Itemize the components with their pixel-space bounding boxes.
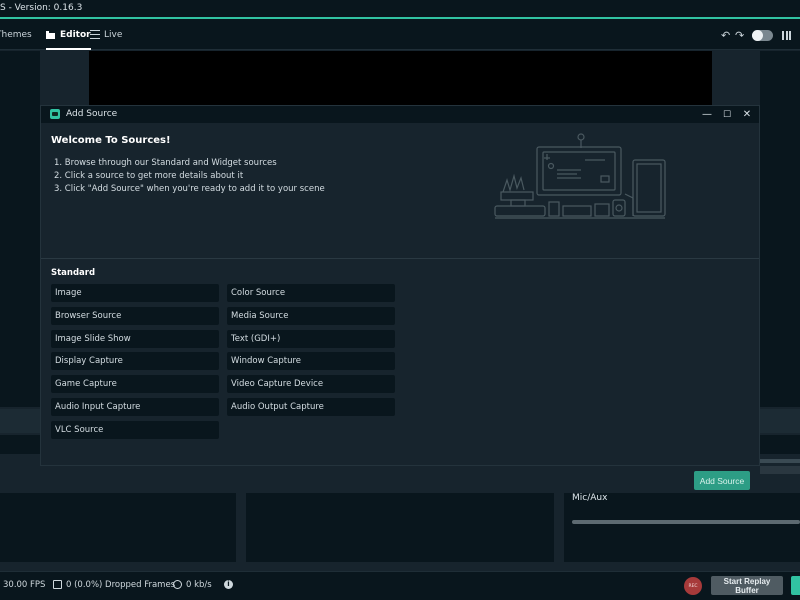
source-image[interactable]: Image xyxy=(51,284,219,302)
replay-buffer-button[interactable]: Start Replay Buffer xyxy=(711,576,783,595)
source-display-capture[interactable]: Display Capture xyxy=(51,352,219,370)
scenes-panel xyxy=(0,493,236,562)
fps-readout: 30.00 FPS xyxy=(3,580,46,590)
editor-right-panel xyxy=(760,51,800,407)
source-browser[interactable]: Browser Source xyxy=(51,307,219,325)
source-window-capture[interactable]: Window Capture xyxy=(227,352,395,370)
editor-left-panel xyxy=(0,51,40,407)
studio-mode-icon[interactable] xyxy=(782,31,791,40)
section-divider xyxy=(41,258,759,259)
nav-themes[interactable]: Themes xyxy=(0,19,32,50)
nav-live[interactable]: Live xyxy=(90,19,122,50)
nav-editor[interactable]: Editor xyxy=(46,19,91,50)
window-title: S - Version: 0.16.3 xyxy=(0,3,83,13)
welcome-steps: 1. Browse through our Standard and Widge… xyxy=(54,157,325,196)
mixer-label: Mic/Aux xyxy=(572,493,608,503)
dialog-titlebar: Add Source — ☐ ✕ xyxy=(41,106,759,123)
top-nav: Themes Editor Live xyxy=(0,19,800,50)
source-color[interactable]: Color Source xyxy=(227,284,395,302)
source-video-capture[interactable]: Video Capture Device xyxy=(227,375,395,393)
live-icon xyxy=(90,30,100,39)
standard-heading: Standard xyxy=(51,268,96,278)
close-icon[interactable]: ✕ xyxy=(738,106,756,123)
bitrate-readout: 0 kb/s xyxy=(186,580,212,590)
scene-preview xyxy=(89,51,712,106)
welcome-title: Welcome To Sources! xyxy=(51,135,171,146)
source-audio-output[interactable]: Audio Output Capture xyxy=(227,398,395,416)
add-source-dialog: Add Source — ☐ ✕ Welcome To Sources! 1. … xyxy=(40,105,760,466)
source-game-capture[interactable]: Game Capture xyxy=(51,375,219,393)
source-text-gdi[interactable]: Text (GDI+) xyxy=(227,330,395,348)
nav-editor-label: Editor xyxy=(60,29,91,40)
welcome-step: 1. Browse through our Standard and Widge… xyxy=(54,158,277,168)
mixer-meter-track xyxy=(760,466,800,474)
dropped-frames-readout: 0 (0.0%) Dropped Frames xyxy=(66,580,176,590)
info-icon[interactable]: i xyxy=(224,580,233,589)
source-media[interactable]: Media Source xyxy=(227,307,395,325)
add-source-button[interactable]: Add Source xyxy=(694,471,750,490)
mixer-meter xyxy=(760,459,800,463)
nav-live-label: Live xyxy=(104,29,123,40)
record-button[interactable]: REC xyxy=(684,577,702,595)
record-label: REC xyxy=(688,583,698,589)
mixer-panel xyxy=(564,493,800,562)
source-vlc[interactable]: VLC Source xyxy=(51,421,219,439)
theme-toggle[interactable] xyxy=(752,30,773,41)
bitrate-icon xyxy=(173,580,182,589)
sources-panel xyxy=(246,493,554,562)
welcome-step: 2. Click a source to get more details ab… xyxy=(54,171,244,181)
maximize-icon[interactable]: ☐ xyxy=(718,106,736,123)
window-titlebar: S - Version: 0.16.3 xyxy=(0,0,800,17)
desk-illustration-icon xyxy=(494,133,666,219)
welcome-step: 3. Click "Add Source" when you're ready … xyxy=(54,184,325,194)
source-image-slide-show[interactable]: Image Slide Show xyxy=(51,330,219,348)
source-audio-input[interactable]: Audio Input Capture xyxy=(51,398,219,416)
dropped-frames-icon xyxy=(53,580,62,589)
undo-icon[interactable]: ↶ xyxy=(721,29,730,42)
editor-icon xyxy=(46,30,56,39)
app-logo-icon xyxy=(50,109,60,119)
dialog-title: Add Source xyxy=(66,109,118,119)
minimize-icon[interactable]: — xyxy=(698,106,716,123)
go-live-button[interactable] xyxy=(791,576,800,595)
nav-themes-label: Themes xyxy=(0,29,32,40)
redo-icon[interactable]: ↷ xyxy=(735,29,744,42)
mixer-volume-slider[interactable] xyxy=(572,520,800,524)
